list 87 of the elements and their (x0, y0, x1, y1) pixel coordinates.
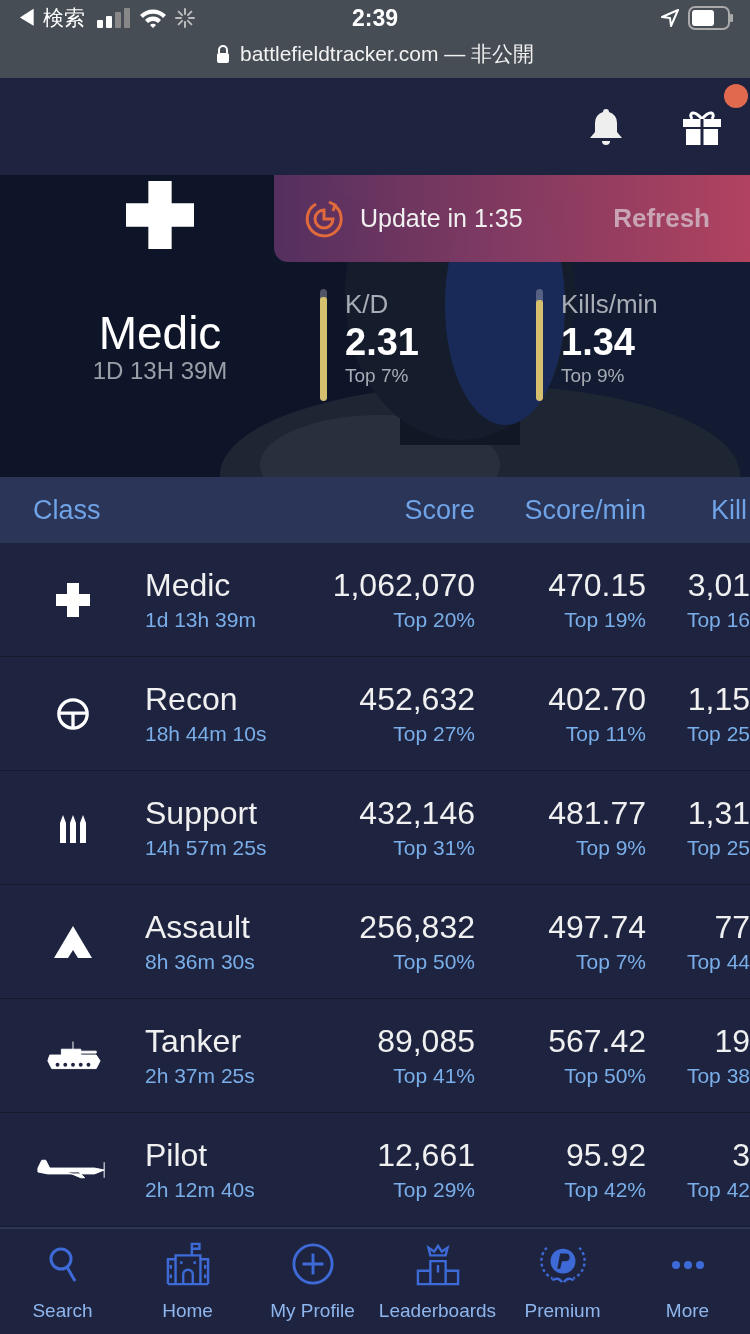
back-label[interactable]: ◀ 検索 (16, 4, 85, 33)
bell-icon[interactable] (588, 106, 624, 147)
kills-value: 3 (732, 1135, 750, 1174)
play-time: 1d 13h 39m (145, 606, 257, 633)
score-value: 12,661 (377, 1135, 475, 1174)
score-rank: Top 20% (393, 606, 475, 633)
cross-icon (126, 181, 194, 249)
location-icon (660, 8, 680, 29)
stat-label: Kills/min (561, 289, 658, 319)
battery-icon (688, 6, 734, 31)
wifi-icon (138, 8, 167, 29)
score-per-minute-rank: Top 19% (564, 606, 646, 633)
stat-rank: Top 7% (345, 365, 410, 387)
class-name[interactable]: Pilot (145, 1135, 300, 1174)
podium-icon (415, 1242, 460, 1286)
kills-value: 77 (714, 907, 750, 946)
score-per-minute-rank: Top 9% (575, 834, 646, 861)
score-rank: Top 50% (393, 948, 475, 975)
kills-rank: Top 25 (686, 720, 750, 747)
score-rank: Top 29% (393, 1176, 475, 1203)
notification-dot (724, 84, 748, 108)
kills-value: 1,31 (687, 793, 750, 832)
nav-tab[interactable]: My Profile (250, 1229, 375, 1334)
score-per-minute-rank: Top 11% (565, 720, 646, 747)
score-per-minute-rank: Top 42% (564, 1176, 646, 1203)
kills-rank: Top 42 (686, 1176, 750, 1203)
play-time: 2h 37m 25s (145, 1062, 256, 1089)
play-time: 18h 44m 10s (145, 720, 268, 747)
score-per-minute: 95.92 (565, 1135, 646, 1174)
lock-icon (215, 45, 230, 64)
score-per-minute-rank: Top 50% (564, 1062, 646, 1089)
play-time: 14h 57m 25s (145, 834, 268, 861)
score-value: 432,146 (359, 793, 475, 832)
kills-rank: Top 38 (686, 1062, 750, 1089)
play-time: 1D 13H 39M (92, 357, 228, 385)
score-rank: Top 41% (393, 1062, 475, 1089)
score-value: 89,085 (377, 1021, 475, 1060)
stat-value: 1.34 (561, 320, 636, 365)
url-text[interactable]: battlefieldtracker.com — 非公開 (239, 40, 535, 69)
score-value: 452,632 (359, 679, 475, 718)
class-name: Medic (98, 309, 222, 357)
score-rank: Top 27% (393, 720, 475, 747)
score-per-minute: 481.77 (548, 793, 646, 832)
kills-value: 1,15 (687, 679, 750, 718)
chevron-icon (53, 925, 92, 958)
column-header[interactable]: Score (300, 494, 475, 526)
clock-time: 2:39 (350, 4, 399, 32)
score-per-minute: 567.42 (548, 1021, 646, 1060)
kills-value: 19 (714, 1021, 750, 1060)
stat-rank: Top 9% (561, 365, 626, 387)
kills-value: 3,01 (687, 565, 750, 604)
class-name[interactable]: Medic (145, 565, 300, 604)
score-value: 1,062,070 (332, 565, 475, 604)
class-name[interactable]: Support (145, 793, 300, 832)
score-per-minute: 402.70 (548, 679, 646, 718)
spinner-icon (174, 8, 195, 29)
nav-tab[interactable]: Search (0, 1229, 125, 1334)
more-icon (670, 1260, 705, 1270)
class-name[interactable]: Recon (145, 679, 300, 718)
cross-icon (55, 582, 90, 617)
timer-icon (304, 198, 344, 239)
column-header[interactable]: Kill (646, 494, 750, 526)
score-value: 256,832 (359, 907, 475, 946)
nav-tab[interactable]: Leaderboards (375, 1229, 500, 1334)
class-name[interactable]: Assault (145, 907, 300, 946)
kills-rank: Top 44 (686, 948, 750, 975)
score-per-minute-rank: Top 7% (575, 948, 646, 975)
class-name[interactable]: Tanker (145, 1021, 300, 1060)
play-time: 8h 36m 30s (145, 948, 256, 975)
nav-tab[interactable]: Premium (500, 1229, 625, 1334)
plus-circle-icon (290, 1242, 335, 1286)
nav-tab[interactable]: Home (125, 1229, 250, 1334)
column-header[interactable]: Class (0, 494, 300, 526)
signal-icon (96, 8, 131, 29)
score-per-minute: 470.15 (548, 565, 646, 604)
nav-tab[interactable]: More (625, 1229, 750, 1334)
crosshair-icon (55, 696, 90, 731)
kills-rank: Top 16 (686, 606, 750, 633)
castle-icon (165, 1242, 210, 1286)
score-rank: Top 31% (393, 834, 475, 861)
score-per-minute: 497.74 (548, 907, 646, 946)
stat-value: 2.31 (345, 320, 419, 365)
column-header[interactable]: Score/min (475, 494, 646, 526)
update-text: Update in 1:35 (360, 204, 523, 233)
kills-rank: Top 25 (686, 834, 750, 861)
play-time: 2h 12m 40s (145, 1176, 256, 1203)
stat-label: K/D (345, 289, 390, 319)
